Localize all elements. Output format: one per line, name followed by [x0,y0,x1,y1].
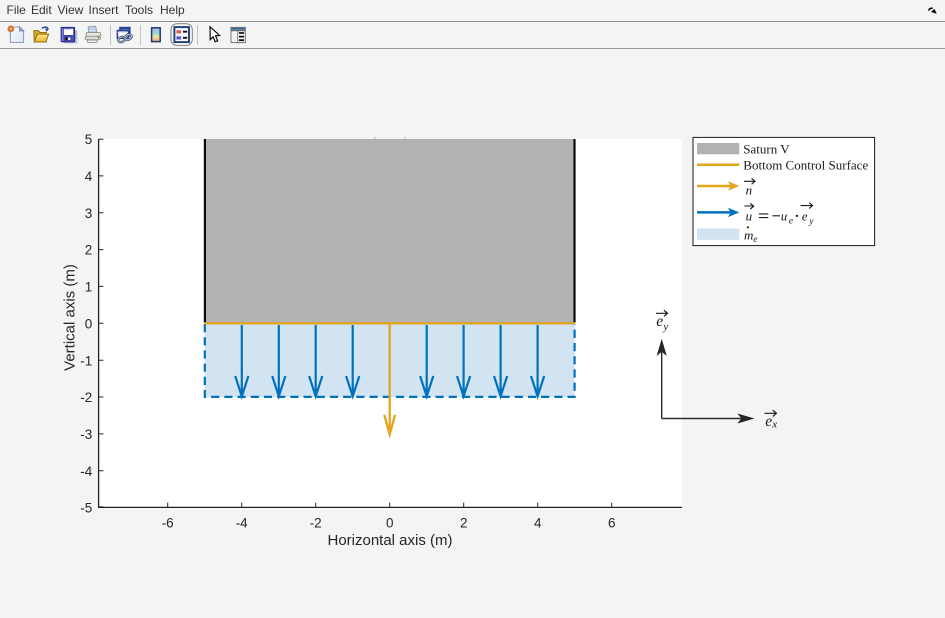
svg-text:Bottom Control Surface: Bottom Control Surface [743,157,868,172]
svg-text:Saturn V: Saturn V [743,141,790,156]
svg-text:6: 6 [608,515,616,530]
svg-text:-2: -2 [310,515,322,530]
svg-text:e: e [765,413,772,430]
svg-text:-4: -4 [80,464,92,479]
svg-text:1: 1 [85,280,93,295]
svg-text:e: e [753,235,757,245]
svg-text:0: 0 [386,515,394,530]
svg-text:2: 2 [85,243,93,258]
svg-text:y: y [662,321,668,333]
svg-text:-2: -2 [80,390,92,405]
svg-text:n: n [746,183,753,198]
svg-text:Horizontal axis (m): Horizontal axis (m) [327,532,452,549]
svg-text:-3: -3 [80,427,92,442]
svg-text:Vertical axis (m): Vertical axis (m) [61,264,78,371]
svg-text:4: 4 [85,169,93,184]
svg-text:-6: -6 [162,515,174,530]
svg-text:-5: -5 [80,501,92,516]
svg-text:5: 5 [85,132,93,147]
svg-text:m: m [744,228,753,243]
svg-text:4: 4 [534,515,542,530]
svg-text:u: u [781,208,788,223]
svg-text:0: 0 [85,316,93,331]
svg-text:e: e [656,313,663,330]
svg-text:2: 2 [460,515,468,530]
svg-text:y: y [808,217,814,227]
svg-text:-4: -4 [236,515,248,530]
svg-text:e: e [789,216,793,226]
svg-text:x: x [771,419,777,431]
svg-text:-1: -1 [80,353,92,368]
svg-text:u: u [746,208,753,223]
svg-text:3: 3 [85,206,93,221]
svg-text:e: e [802,208,808,223]
